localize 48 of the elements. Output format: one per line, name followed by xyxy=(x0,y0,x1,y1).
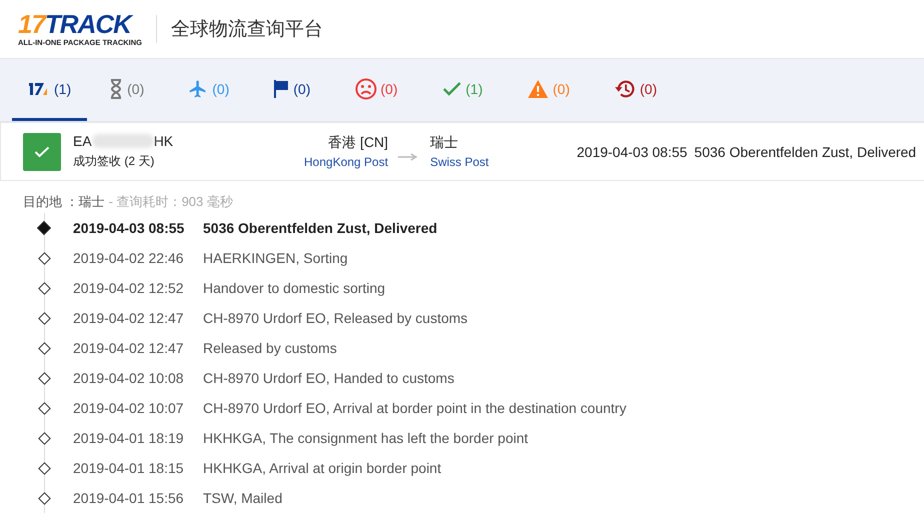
status-tab[interactable]: (0) xyxy=(259,59,324,121)
event-text: HKHKGA, The consignment has left the border point xyxy=(203,430,528,446)
event-text: HKHKGA, Arrival at origin border point xyxy=(203,460,442,476)
logo-icon xyxy=(28,80,50,96)
sad-face-icon xyxy=(354,78,376,100)
delivery-status: 成功签收 (2 天) xyxy=(73,153,156,170)
event-text: TSW, Mailed xyxy=(203,490,282,506)
status-tab[interactable]: (1) xyxy=(12,59,88,121)
redaction-blur xyxy=(92,134,154,148)
airplane-icon xyxy=(188,78,208,98)
event-text: Handover to domestic sorting xyxy=(203,280,386,296)
event-text: 5036 Oberentfelden Zust, Delivered xyxy=(203,220,438,236)
event-text: CH-8970 Urdorf EO, Handed to customs xyxy=(203,370,454,386)
event-time: 2019-04-02 12:52 xyxy=(73,280,185,296)
warning-icon xyxy=(526,78,549,98)
event-time: 2019-04-02 12:47 xyxy=(73,340,185,356)
latest-time: 2019-04-03 08:55 xyxy=(576,144,688,160)
event-time: 2019-04-02 10:08 xyxy=(73,370,185,386)
status-tab[interactable]: (0) xyxy=(95,59,158,121)
event-time: 2019-04-02 10:07 xyxy=(73,400,185,416)
origin-country: 香港 [CN] xyxy=(328,134,388,152)
query-time: - 查询耗时：903 毫秒 xyxy=(108,194,233,209)
check-icon xyxy=(442,80,462,96)
hourglass-icon xyxy=(109,78,124,98)
site-title: 全球物流查询平台 xyxy=(171,18,324,42)
destination-label: 目的地 ：瑞士 xyxy=(23,194,105,209)
event-time: 2019-04-01 18:19 xyxy=(73,430,185,446)
tracking-number: EA xyxy=(73,133,92,149)
carrier-link[interactable]: Swiss Post xyxy=(430,155,489,169)
latest-event: 5036 Oberentfelden Zust, Delivered xyxy=(694,144,916,160)
flag-icon xyxy=(273,78,290,98)
history-icon xyxy=(614,78,636,98)
carrier-link[interactable]: HongKong Post xyxy=(304,155,388,169)
event-time: 2019-04-03 08:55 xyxy=(73,220,186,236)
event-time: 2019-04-01 18:15 xyxy=(73,460,185,476)
status-tab[interactable]: (0) xyxy=(600,59,671,121)
event-text: HAERKINGEN, Sorting xyxy=(203,250,348,266)
event-text: CH-8970 Urdorf EO, Arrival at border point in the destination country xyxy=(203,400,626,416)
logo-number: 17 xyxy=(18,12,45,36)
destination-country: 瑞士 xyxy=(430,134,460,152)
check-icon xyxy=(34,146,50,158)
status-tab[interactable]: (0) xyxy=(340,59,412,121)
event-time: 2019-04-02 12:47 xyxy=(73,310,185,326)
tracking-number: HK xyxy=(154,133,174,149)
event-text: CH-8970 Urdorf EO, Released by customs xyxy=(203,310,468,326)
event-text: Released by customs xyxy=(203,340,337,356)
event-time: 2019-04-01 15:56 xyxy=(73,490,185,506)
event-time: 2019-04-02 22:46 xyxy=(73,250,185,266)
